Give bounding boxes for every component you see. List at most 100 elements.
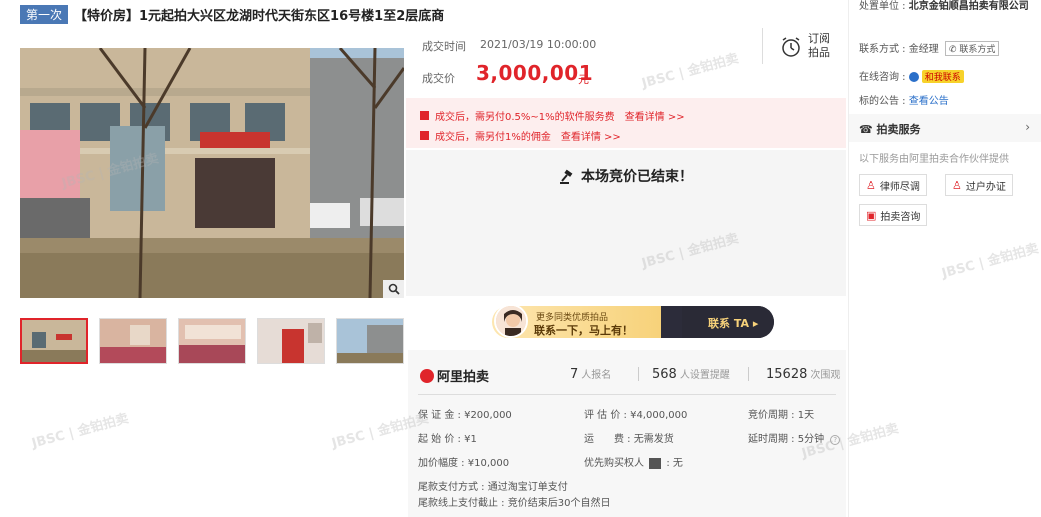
- gavel-icon: [560, 169, 573, 184]
- contact-ta-button[interactable]: 联系 TA ▸: [708, 315, 758, 331]
- deal-time-value: 2021/03/19 10:00:00: [480, 38, 597, 51]
- payment-deadline-info: 尾款线上支付截止 : 竞价结束后30个自然日: [418, 498, 611, 509]
- contact-method-text: 联系方式: [959, 45, 996, 55]
- signup-label: 人报名: [581, 370, 612, 381]
- contact-info: 联系方式 : 金经理 ✆ 联系方式: [859, 40, 1000, 56]
- main-photo[interactable]: [20, 48, 404, 298]
- zoom-button[interactable]: [383, 280, 404, 298]
- increment-info: 加价幅度 : ¥10,000: [418, 458, 510, 469]
- ali-logo-text: 阿里拍卖: [437, 370, 490, 385]
- transfer-button[interactable]: ♙ 过户办证: [945, 174, 1013, 196]
- start-price-info: 起 始 价 : ¥1: [418, 434, 477, 445]
- avatar: [494, 304, 528, 338]
- gift-icon: [420, 131, 429, 140]
- unit-label: 处置单位 :: [859, 1, 906, 12]
- priority-label: 优先购买权人: [584, 458, 644, 469]
- thumbnail-5[interactable]: [336, 318, 404, 364]
- reminder-label: 人设置提醒: [679, 370, 730, 381]
- notice-label: 标的公告 :: [859, 96, 906, 107]
- gift-icon: [420, 111, 429, 120]
- stats-box: 阿里拍卖 7 人报名 568 人设置提醒 15628 次围观 保 证 金 : ¥200…: [408, 350, 846, 517]
- auction-ended-text: 本场竞价已结束！: [406, 166, 846, 186]
- contact-me-button[interactable]: 和我联系: [921, 70, 964, 83]
- seller-panel: 处置单位 : 北京金铂顺昌拍卖有限公司 联系方式 : 金经理 ✆ 联系方式 在线…: [848, 0, 1041, 517]
- ali-auction-logo: 阿里拍卖: [420, 366, 489, 385]
- clock-icon: [782, 37, 800, 57]
- online-label: 在线咨询 :: [859, 72, 906, 83]
- contact-banner[interactable]: 更多同类优质拍品 联系一下，马上有！ 联系 TA ▸: [408, 296, 846, 346]
- deal-box: 成交时间 2021/03/19 10:00:00 成交价 3,000,001 元…: [406, 26, 846, 96]
- thumbnail-4[interactable]: [257, 318, 325, 364]
- signup-value: 7: [570, 367, 579, 382]
- thumbnail-3[interactable]: [178, 318, 246, 364]
- deal-time-label: 成交时间: [422, 40, 466, 53]
- reminder-value: 568: [652, 367, 677, 382]
- subscribe-text: 订阅 拍品: [808, 32, 836, 60]
- fee-text: 成交后，需另付1%的佣金: [435, 132, 551, 143]
- shipping-info: 运 费 : 无需发货: [584, 434, 674, 445]
- unit-value: 北京金铂顺昌拍卖有限公司: [908, 1, 1029, 12]
- subscribe-line2: 拍品: [808, 46, 830, 59]
- priority-badge-icon: [649, 457, 662, 469]
- view-value: 15628: [766, 367, 808, 382]
- view-notice-link[interactable]: 查看公告: [909, 96, 949, 107]
- thumbnail-image: [179, 319, 245, 363]
- divider: [762, 28, 763, 64]
- fee-text: 成交后，需另付0.5%~1%的软件服务费: [435, 112, 615, 123]
- thumbnail-image: [337, 319, 403, 363]
- storefront-photo: [20, 48, 404, 298]
- divider: [638, 367, 639, 381]
- thumbnail-image: [258, 319, 324, 363]
- auction-page: 第一次 【特价房】1元起拍大兴区龙湖时代天街东区16号楼1至2层底商 成交时间 …: [0, 0, 1041, 517]
- consult-label: 拍卖咨询: [880, 211, 921, 223]
- fee-notice-box: 成交后，需另付0.5%~1%的软件服务费 查看详情 >> 成交后，需另付1%的佣…: [406, 98, 846, 148]
- delay-info: 延时周期 : 5分钟 ?: [748, 430, 841, 445]
- person-icon: ♙: [952, 178, 962, 192]
- auction-ended-box: 本场竞价已结束！: [406, 150, 846, 296]
- chevron-right-icon: ›: [1025, 120, 1030, 134]
- help-icon[interactable]: ?: [830, 435, 841, 445]
- lawyer-check-button[interactable]: ♙ 律师尽调: [859, 174, 927, 196]
- thumbnail-2[interactable]: [99, 318, 167, 364]
- online-consult: 在线咨询 : 和我联系: [859, 68, 964, 83]
- thumbnail-1[interactable]: [20, 318, 88, 364]
- divider: [418, 394, 836, 395]
- priority-info: 优先购买权人 : 无: [584, 454, 683, 469]
- view-label: 次围观: [810, 370, 841, 381]
- priority-value: : 无: [666, 458, 683, 469]
- fee-line-commission: 成交后，需另付1%的佣金 查看详情 >>: [420, 128, 621, 143]
- fee-detail-link[interactable]: 查看详情 >>: [625, 108, 685, 123]
- service-title: ☎ 拍卖服务: [859, 121, 921, 137]
- magnifier-icon: [388, 283, 400, 295]
- appraisal-info: 评 估 价 : ¥4,000,000: [584, 410, 688, 421]
- cycle-info: 竞价周期 : 1天: [748, 410, 815, 421]
- signup-count: 7 人报名: [570, 366, 611, 382]
- auction-service-header[interactable]: ☎ 拍卖服务 ›: [849, 114, 1041, 142]
- deal-price-value: 3,000,001: [476, 61, 594, 85]
- auction-consult-button[interactable]: ▣ 拍卖咨询: [859, 204, 928, 226]
- deal-price-label: 成交价: [422, 72, 455, 85]
- view-count: 15628 次围观: [766, 366, 840, 382]
- delay-text: 延时周期 : 5分钟: [748, 434, 825, 445]
- page-title: 【特价房】1元起拍大兴区龙湖时代天街东区16号楼1至2层底商: [74, 8, 445, 24]
- fee-detail-link[interactable]: 查看详情 >>: [561, 128, 621, 143]
- subscribe-button[interactable]: 订阅 拍品: [780, 32, 836, 66]
- fee-line-service: 成交后，需另付0.5%~1%的软件服务费 查看详情 >>: [420, 108, 685, 123]
- subscribe-line1: 订阅: [808, 32, 830, 45]
- person-icon: ♙: [866, 178, 876, 192]
- transfer-label: 过户办证: [965, 181, 1006, 193]
- disposal-unit: 处置单位 : 北京金铂顺昌拍卖有限公司: [859, 0, 1037, 14]
- thumbnail-image: [100, 319, 166, 363]
- divider: [748, 367, 749, 381]
- deposit-info: 保 证 金 : ¥200,000: [418, 410, 512, 421]
- contact-method-button[interactable]: ✆ 联系方式: [944, 41, 1000, 56]
- deal-price-unit: 元: [578, 73, 589, 86]
- auction-detail-panel: 成交时间 2021/03/19 10:00:00 成交价 3,000,001 元…: [406, 26, 846, 517]
- target-notice: 标的公告 : 查看公告: [859, 92, 949, 107]
- headset-icon: ☎: [859, 123, 873, 136]
- service-subtitle: 以下服务由阿里拍卖合作伙伴提供: [859, 154, 1009, 165]
- chat-icon: [908, 72, 919, 82]
- thumbnail-strip: [20, 318, 404, 366]
- message-icon: ▣: [866, 208, 877, 222]
- payment-method-info: 尾款支付方式 : 通过淘宝订单支付: [418, 482, 568, 493]
